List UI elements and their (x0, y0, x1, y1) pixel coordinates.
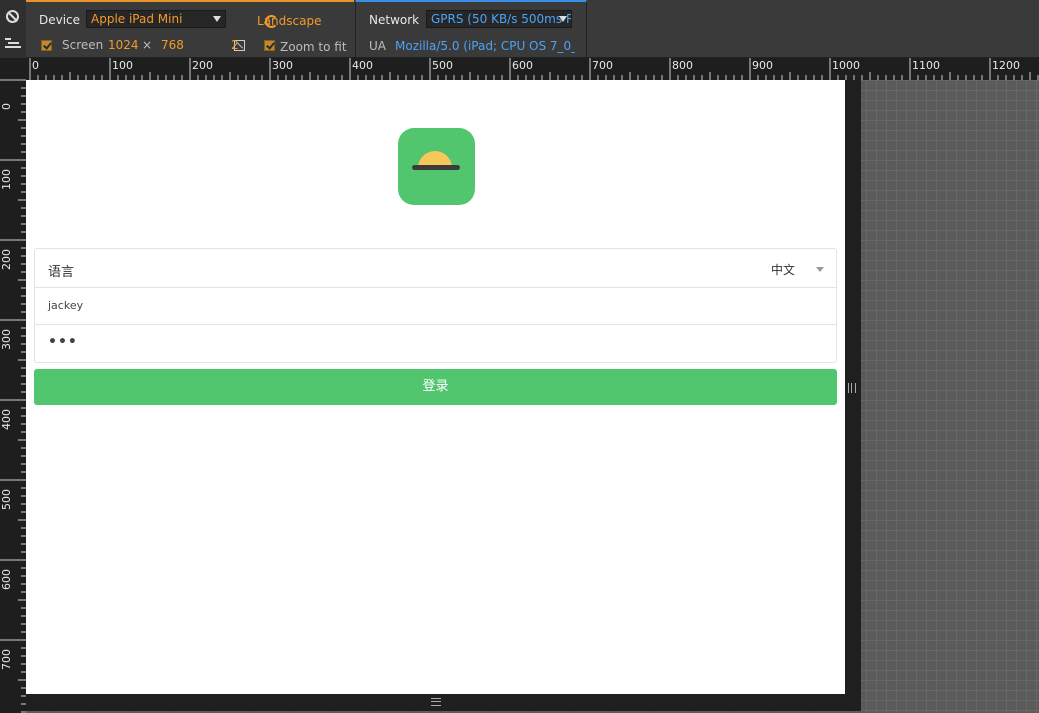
language-row[interactable]: 语言 中文 (35, 249, 836, 288)
screen-times-sign: × (142, 38, 153, 52)
device-section: Device Apple iPad Mini Landscape Screen … (26, 0, 354, 58)
menu-drawer-icon[interactable] (5, 38, 21, 48)
network-select[interactable]: GPRS (50 KB/s 500ms R (426, 10, 572, 28)
ruler-label: 900 (752, 59, 773, 72)
device-select[interactable]: Apple iPad Mini (86, 10, 226, 28)
device-screen: 语言 中文 jackey ••• 登录 (26, 80, 845, 694)
ruler-label: 100 (112, 59, 133, 72)
device-select-value: Apple iPad Mini (91, 12, 183, 26)
chevron-down-icon (559, 16, 567, 22)
login-form: 语言 中文 jackey ••• (34, 248, 837, 363)
network-label: Network (369, 13, 420, 27)
ruler-label: 300 (0, 329, 13, 350)
username-row: jackey (35, 288, 836, 325)
ruler-label: 400 (352, 59, 373, 72)
ruler-label: 0 (0, 103, 13, 110)
ruler-label: 1100 (912, 59, 940, 72)
ruler-vertical: 0 100 200 300 400 500 600 700 (0, 58, 26, 713)
caret-down-icon (816, 267, 824, 272)
ruler-label: 600 (0, 569, 13, 590)
ruler-label: 700 (592, 59, 613, 72)
chevron-down-icon (213, 16, 221, 22)
ruler-label: 200 (192, 59, 213, 72)
user-agent-field[interactable]: Mozilla/5.0 (iPad; CPU OS 7_0_4... (395, 39, 575, 53)
ruler-label: 0 (32, 59, 39, 72)
ruler-label: 100 (0, 169, 13, 190)
horizon-icon (412, 165, 460, 170)
zoom-to-fit-label: Zoom to fit (280, 40, 347, 54)
toolbar-left-strip (0, 0, 26, 58)
app-logo (398, 128, 475, 205)
language-select[interactable]: 中文 (771, 261, 795, 278)
ruler-label: 1000 (832, 59, 860, 72)
network-select-value: GPRS (50 KB/s 500ms R (431, 12, 572, 26)
ruler-label: 500 (0, 489, 13, 510)
ruler-horizontal: 0 100 200 300 400 500 600 700 800 900 1000 1100 1200 (26, 58, 1039, 80)
ruler-vertical-ticks (0, 79, 26, 713)
ruler-label: 300 (272, 59, 293, 72)
zoom-to-fit-checkbox[interactable] (264, 40, 275, 51)
landscape-button[interactable]: Landscape (257, 14, 321, 28)
ruler-label: 800 (672, 59, 693, 72)
login-button[interactable]: 登录 (34, 369, 837, 405)
ua-label: UA (369, 39, 386, 53)
screen-checkbox[interactable] (41, 40, 52, 51)
password-input[interactable]: ••• (48, 334, 808, 350)
disable-emulation-icon[interactable] (6, 10, 19, 23)
ruler-label: 1200 (992, 59, 1020, 72)
resize-handle-bottom[interactable] (431, 698, 441, 706)
pixel-ratio-field[interactable]: 2 (231, 38, 239, 52)
ruler-label: 600 (512, 59, 533, 72)
ruler-label: 500 (432, 59, 453, 72)
resize-handle-right[interactable] (848, 383, 856, 393)
devtools-toolbar: Device Apple iPad Mini Landscape Screen … (0, 0, 1039, 58)
ruler-label: 700 (0, 649, 13, 670)
network-section: Network GPRS (50 KB/s 500ms R UA Mozilla… (355, 0, 587, 58)
ruler-label: 400 (0, 409, 13, 430)
screen-height-field[interactable]: 768 (161, 38, 184, 52)
screen-label: Screen (62, 38, 104, 52)
username-input[interactable]: jackey (48, 299, 808, 312)
device-label: Device (39, 13, 81, 27)
ruler-label: 200 (0, 249, 13, 270)
language-label: 语言 (48, 265, 75, 280)
screen-width-field[interactable]: 1024 (108, 38, 139, 52)
password-row: ••• (35, 325, 836, 362)
